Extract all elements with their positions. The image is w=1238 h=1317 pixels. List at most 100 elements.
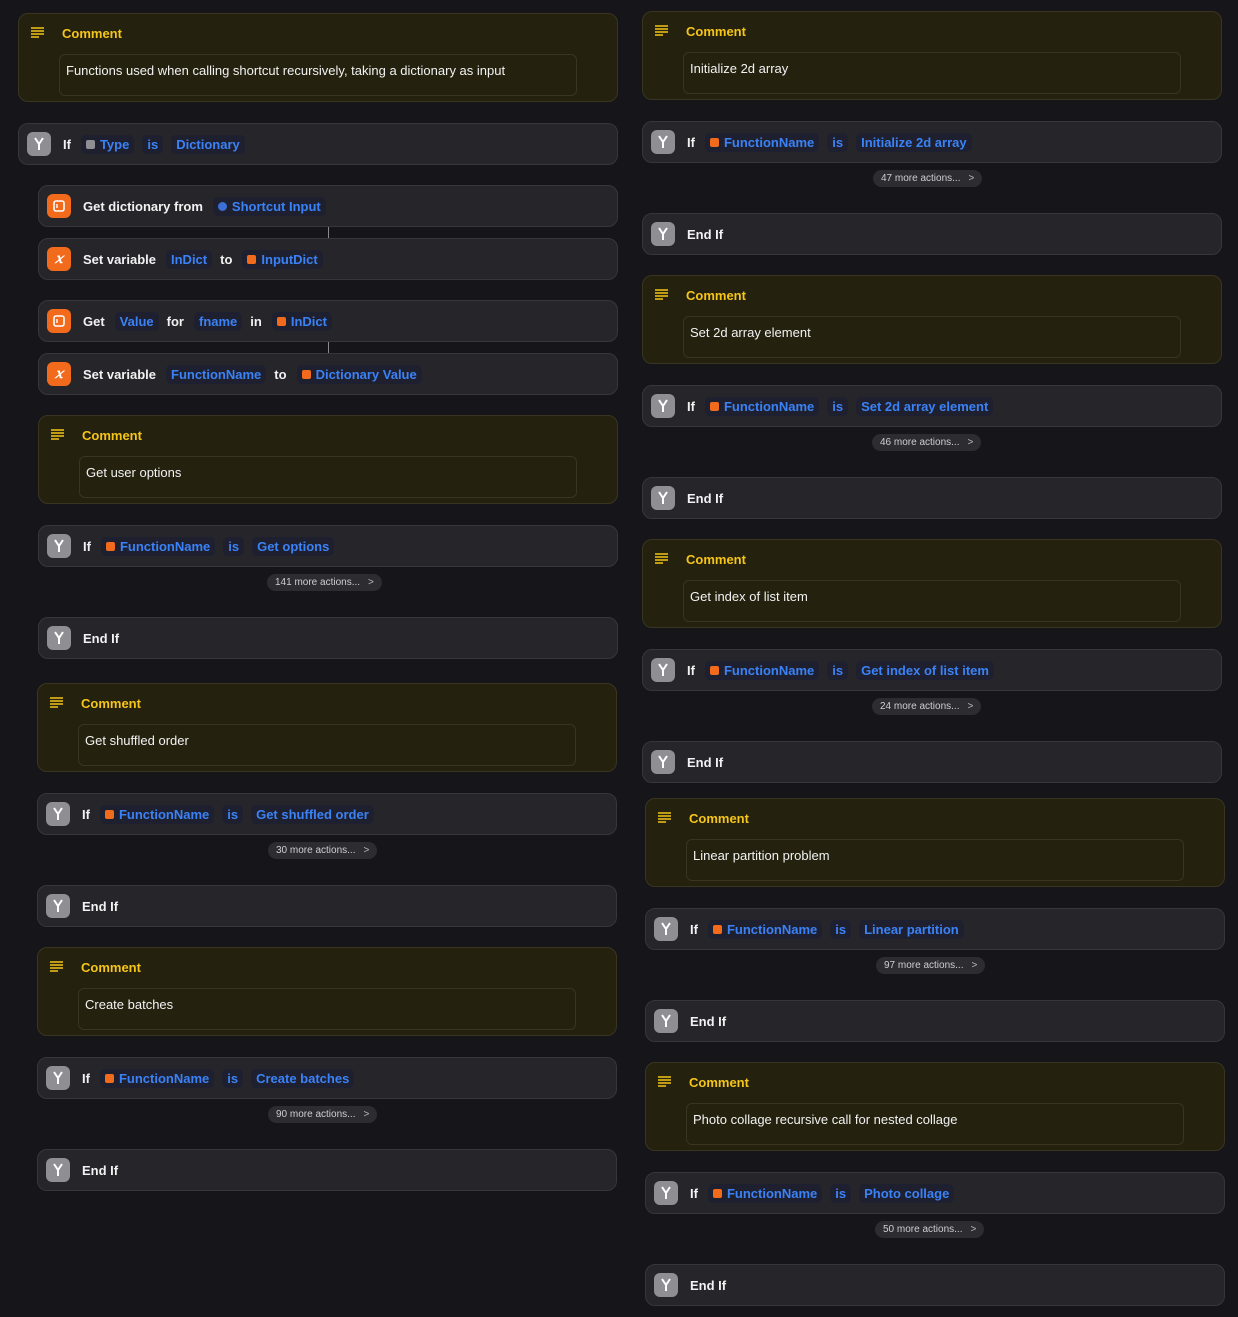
value-token[interactable]: Set 2d array element [856,396,994,416]
variable-token[interactable]: FunctionName [707,1183,823,1203]
end-if-action[interactable]: End If [642,477,1222,519]
variable-icon: 𝑥 [47,247,71,271]
variable-icon [709,665,719,675]
variable-token[interactable]: Shortcut Input [212,196,326,216]
value-token[interactable]: Get options [252,536,335,556]
action-label: Get dictionary from [83,198,203,214]
more-actions-pill[interactable]: 46 more actions... > [872,434,982,451]
end-if-action[interactable]: End If [645,1264,1225,1306]
variable-icon [709,401,719,411]
comment-action[interactable]: Comment Linear partition problem [645,798,1225,887]
condition-token[interactable]: is [223,536,245,556]
if-action[interactable]: If FunctionName is Initialize 2d array [642,121,1222,163]
variable-token[interactable]: FunctionName [99,1068,215,1088]
comment-action[interactable]: Comment Get index of list item [642,539,1222,628]
value-token[interactable]: Linear partition [859,919,964,939]
variable-token[interactable]: FunctionName [704,132,820,152]
chevron-right-icon: > [363,845,370,856]
set-variable-action[interactable]: 𝑥 Set variable InDict to InputDict [38,238,618,280]
comment-action[interactable]: Comment Get shuffled order [37,683,617,772]
condition-token[interactable]: is [222,804,244,824]
variable-token[interactable]: InDict [271,311,332,331]
if-action[interactable]: If FunctionName is Photo collage [645,1172,1225,1214]
end-if-action[interactable]: End If [37,885,617,927]
if-action[interactable]: If FunctionName is Linear partition [645,908,1225,950]
if-action[interactable]: If FunctionName is Get options [38,525,618,567]
end-if-action[interactable]: End If [642,213,1222,255]
end-if-action[interactable]: End If [645,1000,1225,1042]
end-if-action[interactable]: End If [642,741,1222,783]
condition-token[interactable]: is [827,660,849,680]
variable-token[interactable]: Dictionary Value [296,364,422,384]
more-actions-pill[interactable]: 97 more actions... > [876,957,986,974]
if-action[interactable]: If FunctionName is Set 2d array element [642,385,1222,427]
comment-title: Comment [689,811,749,826]
comment-lines-icon [50,696,63,711]
comment-action[interactable]: Comment Set 2d array element [642,275,1222,364]
more-actions-pill[interactable]: 50 more actions... > [875,1221,985,1238]
value-token[interactable]: Photo collage [859,1183,955,1203]
condition-token[interactable]: is [827,396,849,416]
variable-icon [712,1188,722,1198]
variable-token[interactable]: FunctionName [100,536,216,556]
more-actions-pill[interactable]: 30 more actions... > [268,842,378,859]
value-token[interactable]: Create batches [251,1068,355,1088]
condition-token[interactable]: is [827,132,849,152]
comment-text[interactable]: Initialize 2d array [683,52,1181,94]
comment-action[interactable]: Comment Photo collage recursive call for… [645,1062,1225,1151]
variable-name-token[interactable]: FunctionName [166,364,267,384]
more-actions-pill[interactable]: 141 more actions... > [267,574,382,591]
comment-text[interactable]: Linear partition problem [686,839,1184,881]
condition-token[interactable]: is [830,1183,852,1203]
if-branch-icon [47,534,71,558]
get-value-action[interactable]: Get Value for fname in InDict [38,300,618,342]
value-token[interactable]: Value [114,311,159,331]
if-branch-icon [46,894,70,918]
get-dictionary-action[interactable]: Get dictionary from Shortcut Input [38,185,618,227]
key-token[interactable]: fname [193,311,243,331]
end-if-action[interactable]: End If [38,617,618,659]
more-actions-pill[interactable]: 47 more actions... > [873,170,983,187]
variable-token[interactable]: FunctionName [704,660,820,680]
value-token[interactable]: Initialize 2d array [856,132,972,152]
variable-name-token[interactable]: InDict [166,249,213,269]
more-actions-pill[interactable]: 24 more actions... > [872,698,982,715]
comment-lines-icon [658,811,671,826]
if-keyword: If [690,921,698,937]
comment-text[interactable]: Get user options [79,456,577,498]
comment-action[interactable]: Comment Get user options [38,415,618,504]
comment-text[interactable]: Functions used when calling shortcut rec… [59,54,577,96]
comment-text[interactable]: Get shuffled order [78,724,576,766]
comment-text[interactable]: Create batches [78,988,576,1030]
variable-token[interactable]: InputDict [242,249,323,269]
condition-token[interactable]: is [830,919,852,939]
comment-header: Comment [51,428,142,443]
value-token[interactable]: Get shuffled order [251,804,374,824]
more-actions-pill[interactable]: 90 more actions... > [268,1106,378,1123]
end-if-action[interactable]: End If [37,1149,617,1191]
condition-token[interactable]: is [142,134,164,154]
variable-token[interactable]: FunctionName [704,396,820,416]
comment-text[interactable]: Get index of list item [683,580,1181,622]
if-action[interactable]: If FunctionName is Get index of list ite… [642,649,1222,691]
comment-action[interactable]: Comment Initialize 2d array [642,11,1222,100]
variable-token[interactable]: FunctionName [99,804,215,824]
value-token[interactable]: Dictionary [171,134,245,154]
if-branch-icon [651,486,675,510]
variable-token[interactable]: FunctionName [707,919,823,939]
set-variable-action[interactable]: 𝑥 Set variable FunctionName to Dictionar… [38,353,618,395]
comment-header: Comment [655,552,746,567]
comment-action[interactable]: Comment Functions used when calling shor… [18,13,618,102]
if-action[interactable]: If FunctionName is Create batches [37,1057,617,1099]
if-action[interactable]: If FunctionName is Get shuffled order [37,793,617,835]
chevron-right-icon: > [971,960,978,971]
comment-text[interactable]: Set 2d array element [683,316,1181,358]
comment-header: Comment [655,288,746,303]
variable-token[interactable]: Type [80,134,135,154]
end-if-label: End If [83,630,120,646]
value-token[interactable]: Get index of list item [856,660,994,680]
if-action[interactable]: If Type is Dictionary [18,123,618,165]
comment-text[interactable]: Photo collage recursive call for nested … [686,1103,1184,1145]
comment-action[interactable]: Comment Create batches [37,947,617,1036]
condition-token[interactable]: is [222,1068,244,1088]
